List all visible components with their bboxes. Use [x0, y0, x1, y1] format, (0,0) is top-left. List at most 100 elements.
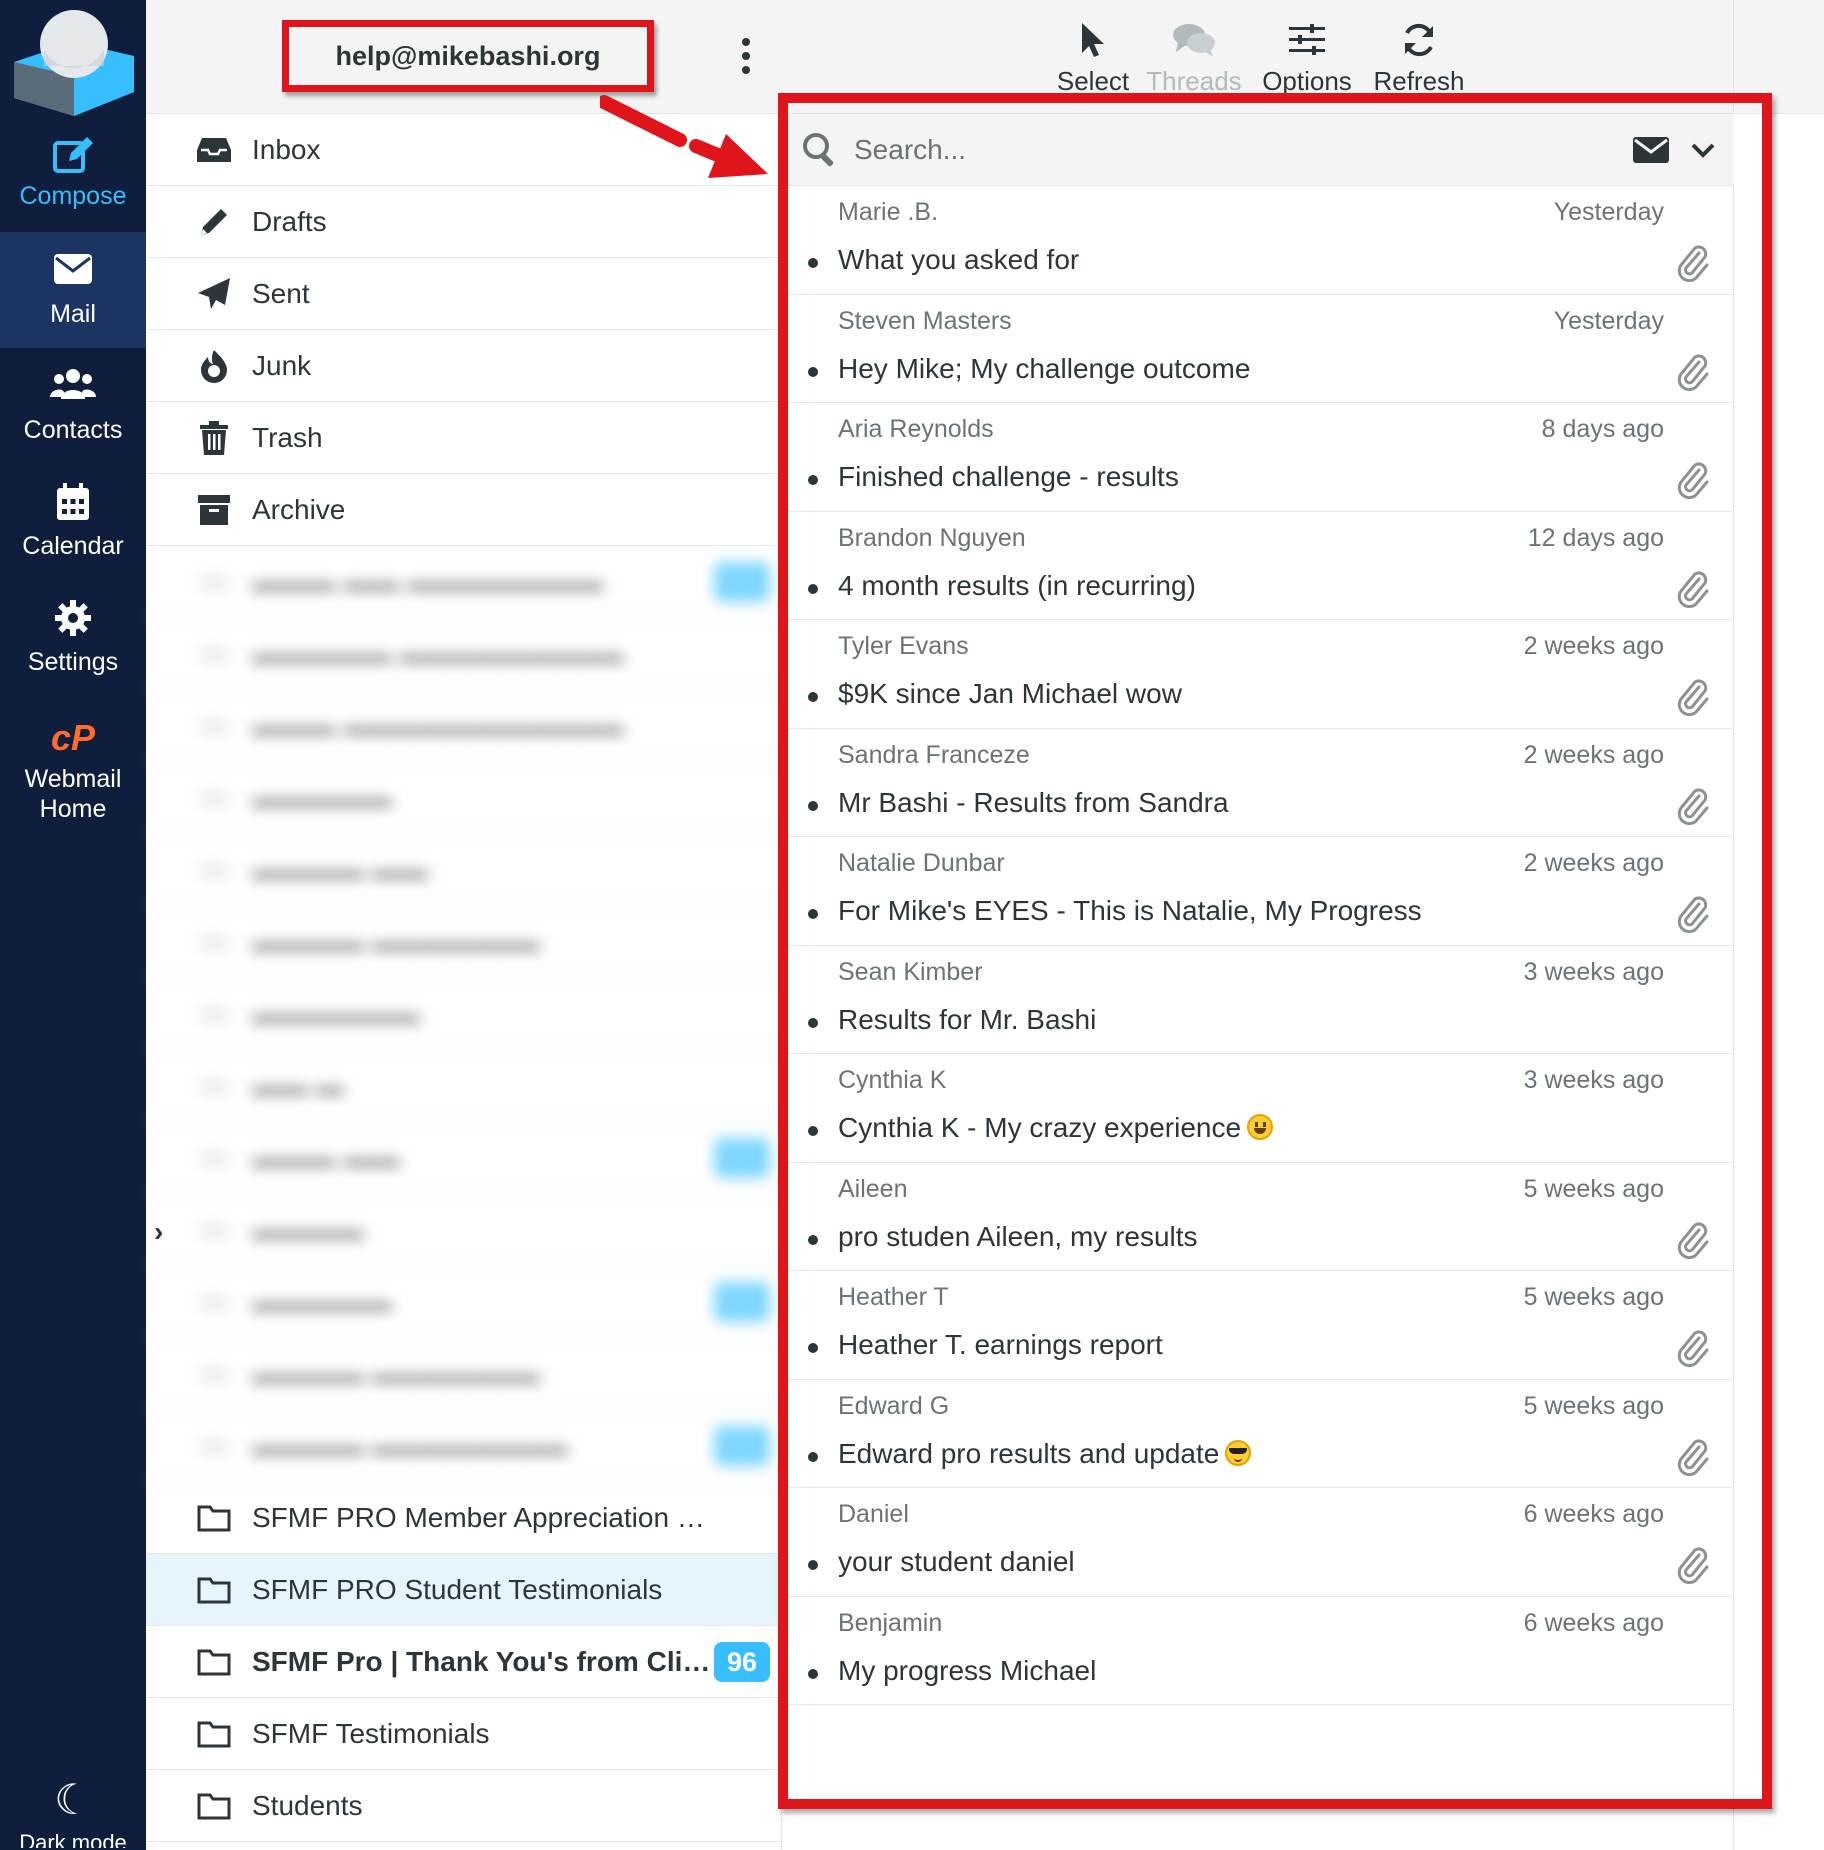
nav-calendar[interactable]: Calendar	[0, 464, 146, 580]
compose-button[interactable]: Compose	[0, 114, 146, 230]
unread-dot-icon[interactable]	[808, 1451, 818, 1462]
folder-redacted[interactable]: ▭ ▬▬▬▬ ▬▬	[146, 834, 782, 906]
redacted-label: ▬▬ ▬	[252, 1069, 344, 1101]
redacted-label: ▬▬▬▬▬▬	[252, 997, 420, 1029]
compose-icon	[51, 133, 95, 181]
message-sender: Benjamin	[838, 1608, 943, 1637]
refresh-button[interactable]: Refresh	[1364, 14, 1474, 104]
nav-webmail-home[interactable]: cP Webmail Home	[0, 700, 146, 840]
message-row[interactable]: Aileen 5 weeks ago pro studen Aileen, my r…	[782, 1163, 1734, 1271]
folder-redacted[interactable]: ▭ ▬▬▬▬	[146, 1194, 782, 1266]
folder-sfmf-testimonials[interactable]: SFMF Testimonials	[146, 1698, 782, 1770]
threads-button[interactable]: Threads	[1139, 14, 1249, 104]
message-row[interactable]: Aria Reynolds 8 days ago Finished challeng…	[782, 403, 1734, 512]
unread-dot-icon[interactable]	[808, 1343, 818, 1353]
folder-redacted[interactable]: ▭ ▬▬▬▬ ▬▬▬▬▬▬	[146, 906, 782, 978]
message-row[interactable]: Natalie Dunbar 2 weeks ago For Mike's EYES…	[782, 837, 1734, 946]
gear-icon	[54, 599, 92, 647]
dark-mode-toggle[interactable]: ☾ Dark mode	[0, 1770, 146, 1850]
search-icon[interactable]	[802, 132, 838, 173]
folder-redacted[interactable]: ▭ ▬▬▬ ▬▬	[146, 1122, 782, 1194]
unread-badge	[714, 562, 770, 602]
folder-label: Archive	[252, 493, 346, 525]
unread-dot-icon[interactable]	[808, 1126, 818, 1136]
folder-menu-button[interactable]	[736, 34, 756, 78]
message-subject-text: Heather T. earnings report	[838, 1329, 1163, 1360]
message-sender: Edward G	[838, 1391, 950, 1420]
message-row[interactable]: Tyler Evans 2 weeks ago $9K since Jan Mich…	[782, 620, 1734, 729]
message-row[interactable]: Daniel 6 weeks ago your student daniel	[782, 1488, 1734, 1597]
nav-mail[interactable]: Mail	[0, 232, 146, 348]
nav-settings[interactable]: Settings	[0, 580, 146, 696]
paperclip-icon	[1676, 570, 1710, 608]
chevron-down-icon[interactable]	[1690, 138, 1716, 162]
folder-redacted[interactable]: ▭ ▬▬▬▬ ▬▬▬▬▬▬	[146, 1338, 782, 1410]
webmail-label-line1: Webmail	[24, 765, 122, 793]
folder-icon: ▭	[199, 1356, 229, 1390]
envelope-icon[interactable]	[1632, 136, 1670, 164]
folder-redacted[interactable]: ▭ ▬▬ ▬	[146, 1050, 782, 1122]
unread-dot-icon[interactable]	[808, 692, 818, 702]
roundcube-logo[interactable]	[14, 6, 134, 116]
folder-icon: ▭	[199, 708, 229, 742]
message-row[interactable]: Sean Kimber 3 weeks ago Results for Mr. Ba…	[782, 946, 1734, 1054]
folder-redacted[interactable]: ▭ ▬▬▬ ▬▬ ▬▬▬▬▬▬▬	[146, 546, 782, 618]
unread-dot-icon[interactable]	[808, 258, 818, 268]
fire-icon	[194, 349, 234, 383]
message-row[interactable]: Sandra Franceze 2 weeks ago Mr Bashi - Res…	[782, 729, 1734, 837]
options-label: Options	[1262, 66, 1352, 96]
unread-dot-icon[interactable]	[808, 583, 818, 594]
unread-dot-icon[interactable]	[808, 1560, 818, 1570]
message-row[interactable]: Steven Masters Yesterday Hey Mike; My chal…	[782, 295, 1734, 403]
select-label: Select	[1056, 66, 1130, 96]
message-row[interactable]: Heather T 5 weeks ago Heather T. earnings …	[782, 1271, 1734, 1380]
redacted-label: ▬▬▬▬ ▬▬▬▬▬▬▬	[252, 1429, 568, 1461]
chevron-right-icon[interactable]: ›	[154, 1218, 172, 1246]
refresh-label: Refresh	[1373, 66, 1465, 96]
message-row[interactable]: Marie .B. Yesterday What you asked for	[782, 186, 1734, 295]
unread-dot-icon[interactable]	[808, 366, 818, 377]
paperclip-icon	[1676, 1221, 1710, 1259]
nav-contacts[interactable]: Contacts	[0, 348, 146, 464]
unread-dot-icon[interactable]	[808, 1234, 818, 1245]
unread-dot-icon[interactable]	[808, 475, 818, 485]
unread-dot-icon[interactable]	[808, 1668, 818, 1679]
folder-students[interactable]: Students	[146, 1770, 782, 1842]
search-input[interactable]	[854, 126, 1554, 174]
message-row[interactable]: Benjamin 6 weeks ago My progress Michael	[782, 1597, 1734, 1705]
folder-drafts[interactable]: Drafts	[146, 186, 782, 258]
message-sender: Tyler Evans	[838, 632, 969, 660]
folder-trash[interactable]: Trash	[146, 402, 782, 474]
message-subject-text: Hey Mike; My challenge outcome	[838, 352, 1251, 384]
folder-icon: ▭	[199, 1140, 229, 1174]
folder-archive[interactable]: Archive	[146, 474, 782, 546]
unread-dot-icon[interactable]	[808, 909, 818, 919]
moon-icon: ☾	[54, 1776, 92, 1823]
folder-sent[interactable]: Sent	[146, 258, 782, 330]
message-row[interactable]: Brandon Nguyen 12 days ago 4 month results…	[782, 512, 1734, 620]
folder-junk[interactable]: Junk	[146, 330, 782, 402]
folder-icon: ▭	[199, 780, 229, 814]
message-date: 8 days ago	[1541, 415, 1664, 443]
message-subject: pro studen Aileen, my results	[838, 1221, 1198, 1253]
message-subject: My progress Michael	[838, 1655, 1096, 1687]
folder-sfmf-pro-member-appreciation[interactable]: SFMF PRO Member Appreciation Emails	[146, 1482, 782, 1554]
message-row[interactable]: Edward G 5 weeks ago Edward pro results an…	[782, 1380, 1734, 1488]
folder-redacted[interactable]: ▭ ▬▬▬▬▬ ▬▬▬▬▬▬▬▬	[146, 618, 782, 690]
folder-inbox[interactable]: Inbox	[146, 114, 782, 186]
unread-dot-icon[interactable]	[808, 800, 818, 811]
message-subject: 4 month results (in recurring)	[838, 570, 1196, 602]
folder-redacted[interactable]: ▭ ▬▬▬▬ ▬▬▬▬▬▬▬	[146, 1410, 782, 1482]
unread-dot-icon[interactable]	[808, 1017, 818, 1028]
message-date: Yesterday	[1553, 306, 1664, 335]
folder-redacted[interactable]: ▭ ▬▬▬ ▬▬▬▬▬▬▬▬▬▬	[146, 690, 782, 762]
folder-redacted[interactable]: ▭ ▬▬▬▬▬	[146, 1266, 782, 1338]
folder-redacted[interactable]: ▭ ▬▬▬▬▬▬	[146, 978, 782, 1050]
message-sender: Natalie Dunbar	[838, 849, 1005, 877]
folder-sfmf-pro-student-testimonials[interactable]: SFMF PRO Student Testimonials	[146, 1554, 782, 1626]
options-button[interactable]: Options	[1252, 14, 1362, 104]
folder-redacted[interactable]: ▭ ▬▬▬▬▬	[146, 762, 782, 834]
select-button[interactable]: Select	[1038, 14, 1148, 104]
folder-sfmf-pro-thank-yous[interactable]: SFMF Pro | Thank You's from Clien... 96	[146, 1626, 782, 1698]
message-row[interactable]: Cynthia K 3 weeks ago Cynthia K - My crazy…	[782, 1054, 1734, 1163]
